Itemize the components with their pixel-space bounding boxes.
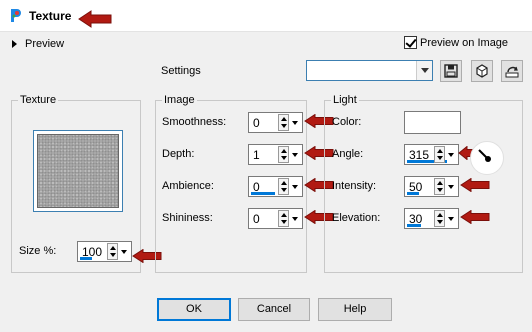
depth-value: 1: [253, 148, 260, 162]
smoothness-updown[interactable]: [278, 114, 289, 131]
load-preset-icon: [476, 64, 488, 78]
elevation-spinner[interactable]: 30: [404, 208, 459, 229]
shininess-dropdown-icon[interactable]: [290, 210, 301, 227]
title-bar: Texture: [0, 0, 532, 32]
image-group-title: Image: [162, 94, 197, 106]
ambience-label: Ambience:: [162, 180, 214, 192]
ambience-updown[interactable]: [278, 178, 289, 195]
elevation-slider-fill: [407, 224, 421, 227]
ambience-dropdown-icon[interactable]: [290, 178, 301, 195]
window-title: Texture: [29, 9, 72, 23]
ambience-slider-fill: [251, 192, 275, 195]
save-preset-icon: [444, 64, 458, 78]
angle-dial[interactable]: [470, 141, 504, 175]
settings-preset-combo[interactable]: [306, 60, 433, 81]
shininess-value: 0: [253, 212, 260, 226]
shininess-label: Shininess:: [162, 212, 213, 224]
settings-label: Settings: [161, 65, 201, 77]
depth-updown[interactable]: [278, 146, 289, 163]
preview-on-image-toggle[interactable]: Preview on Image: [404, 36, 508, 49]
help-button[interactable]: Help: [318, 298, 392, 321]
size-dropdown-icon[interactable]: [119, 243, 130, 260]
angle-dropdown-icon[interactable]: [446, 146, 457, 163]
texture-group-title: Texture: [18, 94, 59, 106]
texture-swatch[interactable]: [33, 130, 123, 212]
preview-on-image-checkbox[interactable]: [404, 36, 417, 49]
depth-dropdown-icon[interactable]: [290, 146, 301, 163]
smoothness-value: 0: [253, 116, 260, 130]
shininess-updown[interactable]: [278, 210, 289, 227]
annotation-arrow: [78, 10, 112, 28]
intensity-label: Intensity:: [332, 180, 377, 192]
shininess-spinner[interactable]: 0: [248, 208, 303, 229]
size-label: Size %:: [19, 245, 57, 257]
app-icon: [8, 7, 24, 23]
light-color-swatch[interactable]: [404, 111, 461, 134]
load-preset-button[interactable]: [471, 60, 493, 82]
size-slider-fill: [80, 257, 92, 260]
ok-button[interactable]: OK: [157, 298, 231, 321]
intensity-spinner[interactable]: 50: [404, 176, 459, 197]
angle-updown[interactable]: [434, 146, 445, 163]
angle-label: Angle:: [332, 148, 364, 160]
preview-on-image-label: Preview on Image: [420, 36, 509, 49]
angle-spinner[interactable]: 315: [404, 144, 459, 165]
save-preset-button[interactable]: [440, 60, 462, 82]
cancel-button[interactable]: Cancel: [238, 298, 310, 321]
size-spinner[interactable]: 100: [77, 241, 132, 262]
reset-button[interactable]: [501, 60, 523, 82]
elevation-label: Elevation:: [332, 212, 381, 224]
color-label: Color:: [332, 116, 362, 128]
elevation-dropdown-icon[interactable]: [446, 210, 457, 227]
ambience-spinner[interactable]: 0: [248, 176, 303, 197]
preview-label: Preview: [25, 38, 65, 50]
reset-icon: [505, 66, 519, 78]
preview-expander[interactable]: Preview: [12, 36, 64, 52]
angle-dial-icon: [478, 149, 491, 162]
smoothness-dropdown-icon[interactable]: [290, 114, 301, 131]
smoothness-label: Smoothness:: [162, 116, 227, 128]
elevation-updown[interactable]: [434, 210, 445, 227]
chevron-down-icon[interactable]: [416, 61, 432, 80]
intensity-updown[interactable]: [434, 178, 445, 195]
intensity-dropdown-icon[interactable]: [446, 178, 457, 195]
size-updown[interactable]: [107, 243, 118, 260]
smoothness-spinner[interactable]: 0: [248, 112, 303, 133]
annotation-arrow: [460, 210, 490, 224]
depth-spinner[interactable]: 1: [248, 144, 303, 165]
depth-label: Depth:: [162, 148, 195, 160]
intensity-slider-fill: [407, 192, 419, 195]
annotation-arrow: [460, 178, 490, 192]
light-group-title: Light: [331, 94, 359, 106]
texture-swatch-image: [37, 134, 119, 208]
expand-triangle-icon: [12, 40, 17, 48]
